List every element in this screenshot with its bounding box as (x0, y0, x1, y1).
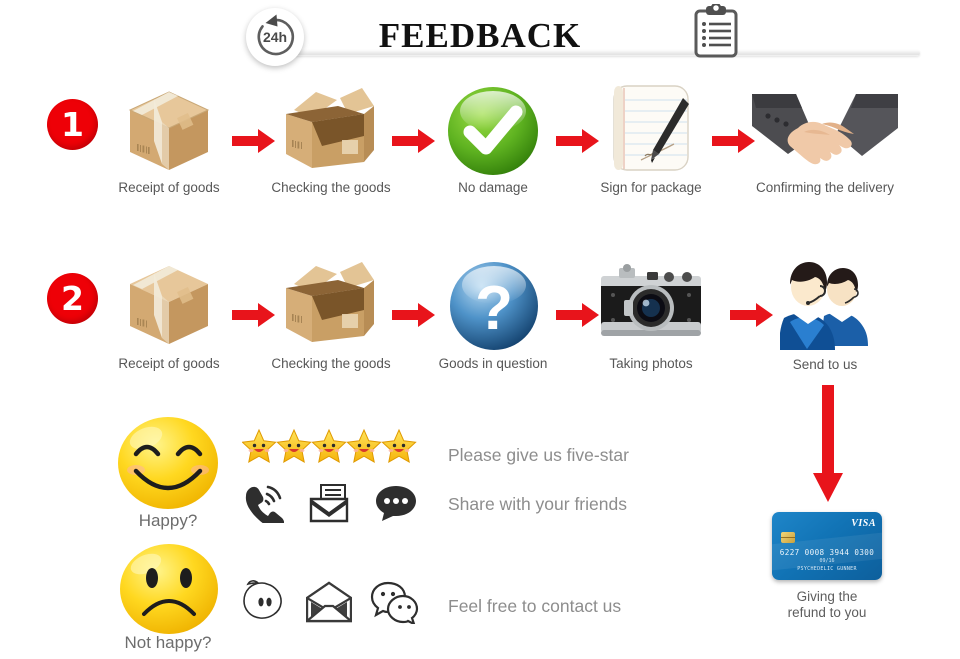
flow2-step-1: Receipt of goods (110, 256, 228, 380)
flow2-step-3: ? Goods in question (434, 256, 552, 380)
blue-question-icon: ? (450, 262, 538, 350)
star-icon (241, 429, 277, 463)
flow1-step-1-label: Receipt of goods (118, 180, 220, 195)
down-arrow-icon (813, 385, 843, 502)
clipboard-icon (692, 2, 740, 59)
flow2-step-4: Taking photos (592, 256, 710, 380)
five-star-rating (241, 426, 422, 471)
card-number: 6227 0008 3944 0300 (779, 548, 875, 557)
open-envelope-icon (306, 581, 352, 623)
smiling-face-icon (118, 417, 218, 509)
flow1-step-2: Checking the goods (271, 82, 391, 202)
step-number-badge: 2 (47, 273, 98, 324)
sad-face-icon (120, 544, 218, 634)
feedback-infographic: 24h FEEDBACK 1 Receipt of goods Checking… (0, 0, 960, 659)
flow2-step-5: Send to us (768, 256, 886, 380)
open-box-icon (286, 262, 374, 342)
not-happy-caption: Not happy? (124, 633, 212, 652)
flow1-step-2-label: Checking the goods (271, 180, 391, 195)
refund-caption-line1: Giving the (796, 589, 858, 604)
flow-row-1: 1 Receipt of goods Checking the goods No… (0, 82, 960, 202)
green-check-icon (448, 87, 538, 175)
five-star-text: Please give us five-star (448, 445, 629, 465)
qq-bubble-icon (243, 580, 282, 619)
header: 24h FEEDBACK (0, 0, 960, 72)
mail-icon (309, 484, 349, 523)
happy-caption: Happy? (138, 511, 198, 530)
flow2-step-2: Checking the goods (271, 256, 391, 380)
page-title: FEEDBACK (378, 16, 582, 55)
flow1-step-3-label: No damage (458, 180, 528, 195)
closed-box-icon (130, 266, 208, 344)
arrow-right-icon (232, 129, 275, 153)
card-chip-icon (781, 532, 795, 543)
step-number-badge: 1 (47, 99, 98, 150)
card-holder-name: PSYCHEDELIC GUNNER (797, 566, 857, 572)
flow2-step-4-label: Taking photos (609, 356, 693, 371)
handshake-icon (752, 94, 898, 165)
arrow-right-icon (232, 303, 275, 327)
arrow-right-icon (392, 303, 435, 327)
star-icon (276, 429, 312, 463)
svg-text:?: ? (475, 274, 513, 343)
wechat-icon (370, 581, 419, 624)
support-agents-icon (780, 262, 868, 350)
card-expiry: 09/16 (819, 558, 835, 564)
contact-text: Feel free to contact us (448, 596, 622, 616)
visa-card: VISA 6227 0008 3944 0300 09/16 PSYCHEDEL… (772, 512, 882, 580)
camera-icon (601, 264, 701, 336)
chat-bubble-icon (376, 486, 416, 521)
flow2-step-5-label: Send to us (792, 357, 858, 372)
closed-box-icon (128, 91, 210, 170)
refund-caption: Giving the refund to you (747, 589, 907, 621)
visa-logo: VISA (851, 518, 876, 529)
flow1-step-5: Confirming the delivery (750, 82, 900, 202)
open-box-icon (286, 88, 374, 168)
phone-ring-icon (245, 485, 284, 523)
flow2-step-3-label: Goods in question (438, 356, 548, 371)
star-icon (381, 429, 417, 463)
signed-document-icon (613, 85, 689, 171)
arrow-right-icon (392, 129, 435, 153)
refund-caption-line2: refund to you (787, 605, 867, 620)
flow2-step-2-label: Checking the goods (271, 356, 391, 371)
share-text: Share with your friends (448, 494, 627, 514)
star-icon (311, 429, 347, 463)
flow1-step-3: No damage (434, 82, 552, 202)
flow1-step-4: Sign for package (592, 82, 710, 202)
star-icon (346, 429, 382, 463)
flow1-step-5-label: Confirming the delivery (755, 180, 895, 195)
flow-row-2: 2 Receipt of goods Checking the goods ? … (0, 256, 960, 380)
flow2-step-1-label: Receipt of goods (118, 356, 220, 371)
flow1-step-1: Receipt of goods (110, 82, 228, 202)
flow1-step-4-label: Sign for package (600, 180, 702, 195)
